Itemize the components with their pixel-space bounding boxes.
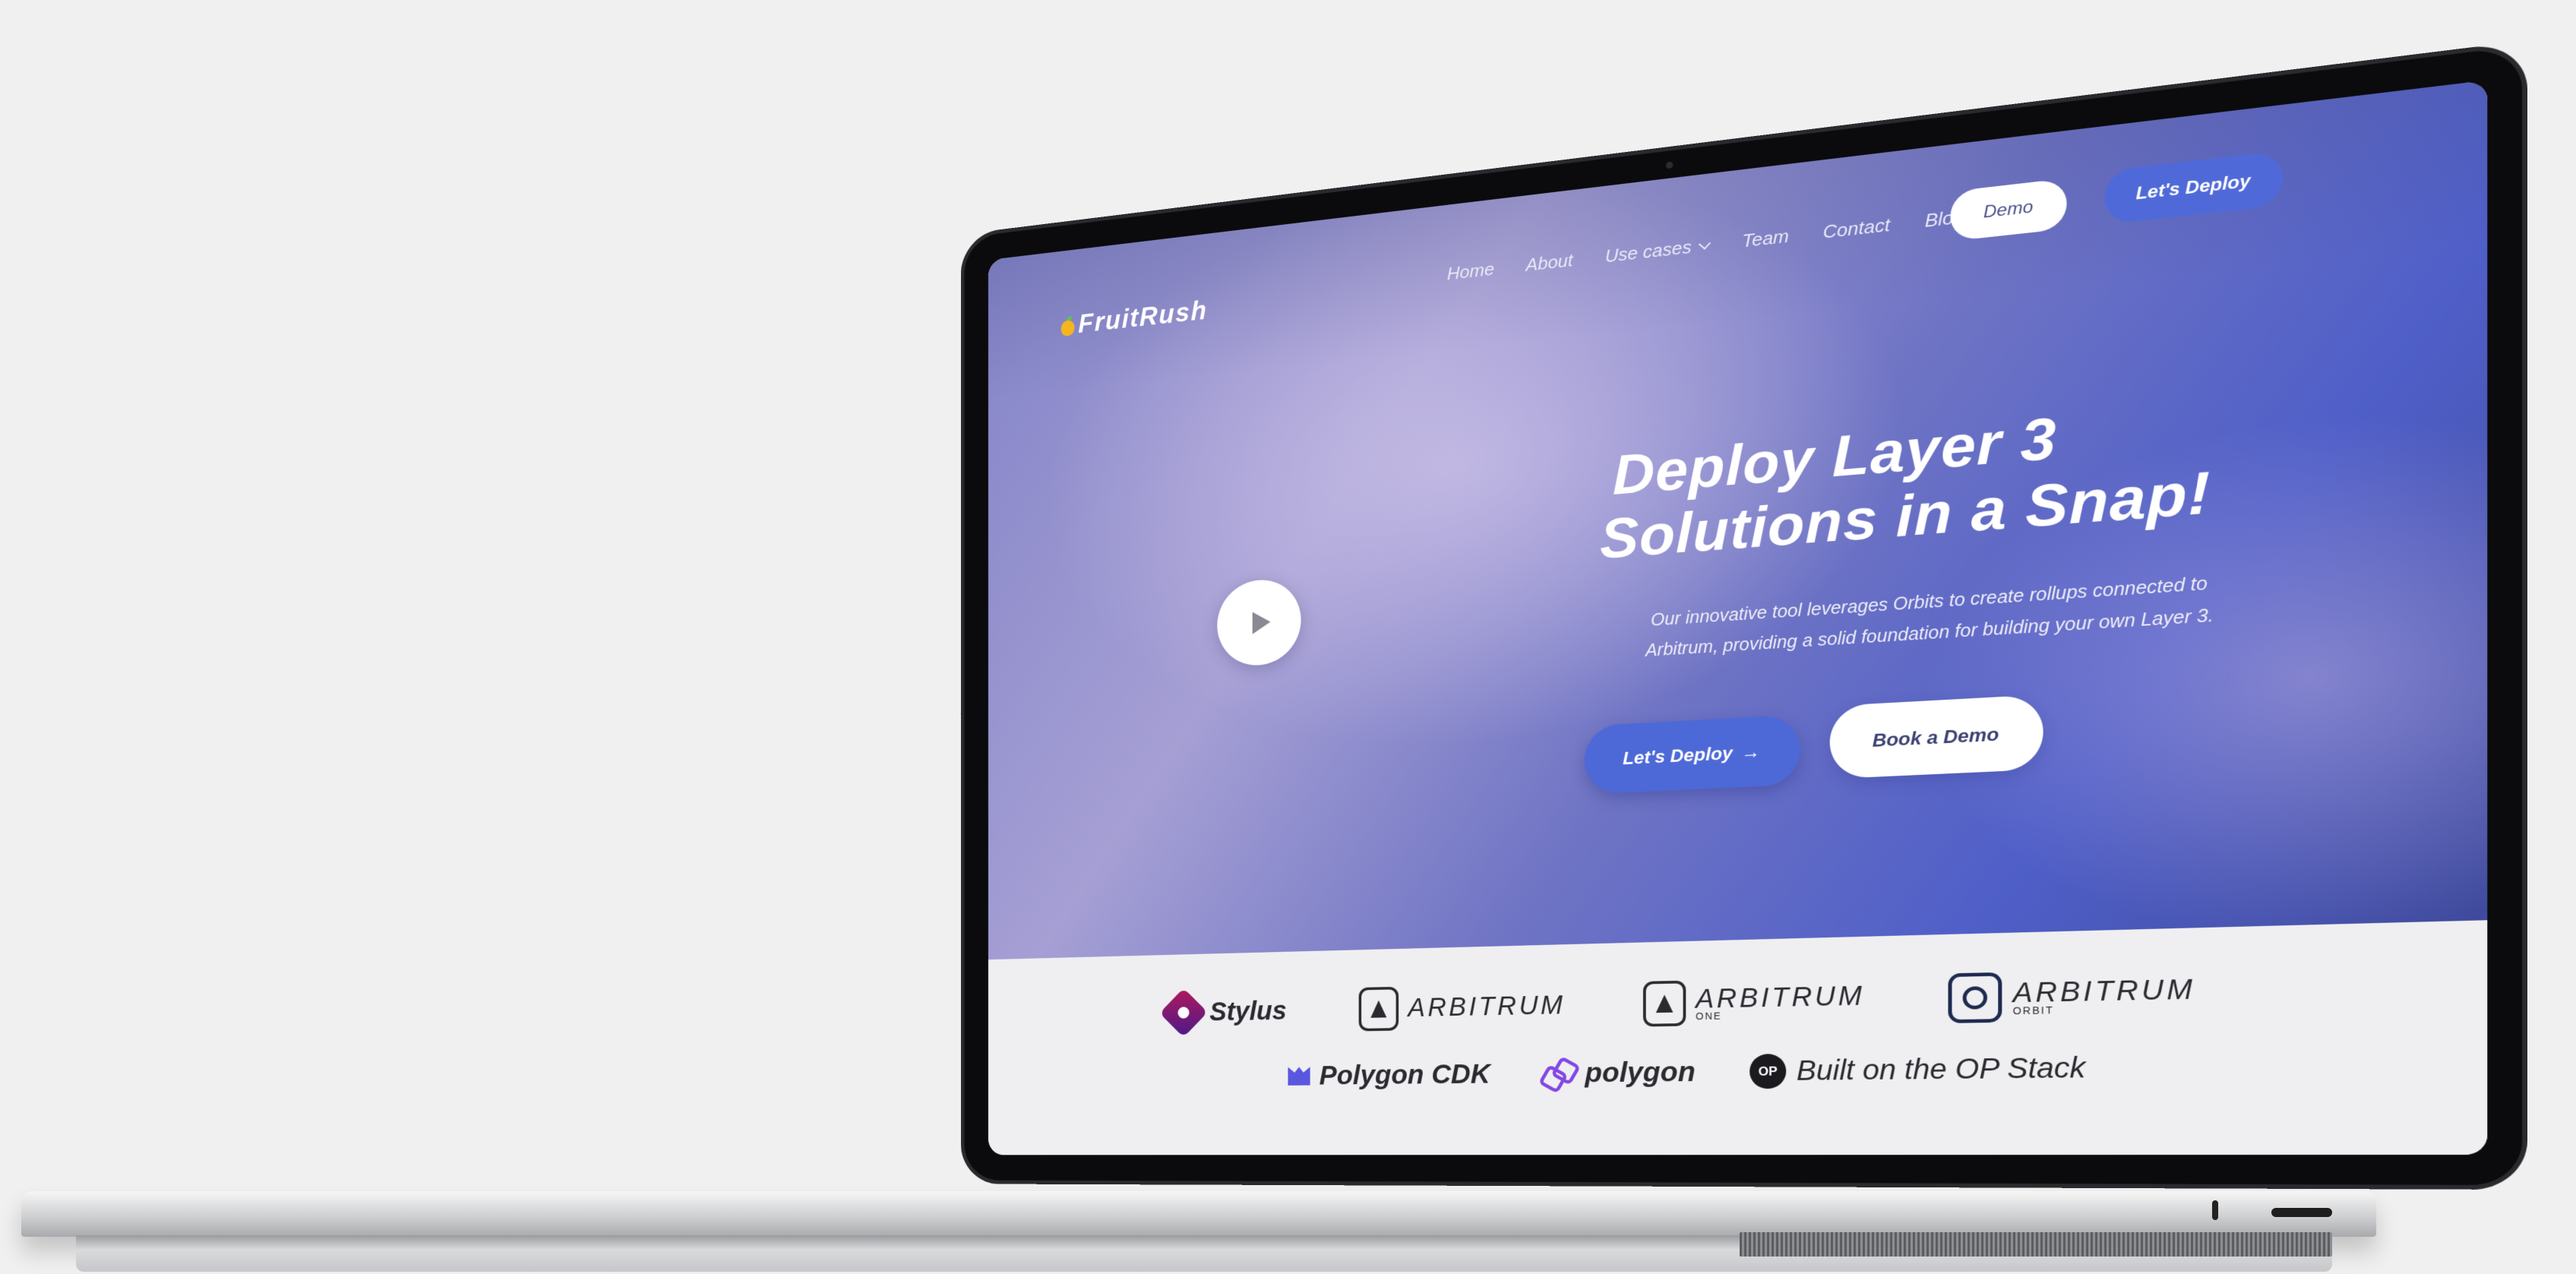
partner-arbitrum-one: ARBITRUM ONE bbox=[1642, 977, 1864, 1027]
partner-polygon-cdk: Polygon CDK bbox=[1288, 1059, 1490, 1091]
nav-link-contact[interactable]: Contact bbox=[1823, 214, 1890, 244]
stylus-label: Stylus bbox=[1209, 996, 1287, 1027]
partner-row-1: Stylus ARBITRUM ARBITRUM ONE ARBITRUM OR… bbox=[1167, 968, 2196, 1035]
arbitrum-icon bbox=[1359, 987, 1399, 1032]
partner-op-stack: OP Built on the OP Stack bbox=[1749, 1050, 2085, 1089]
chevron-down-icon bbox=[1699, 238, 1711, 249]
laptop-screen: FruitRush Home About Use cases Team Cont… bbox=[988, 80, 2487, 1155]
arbitrum-orbit-icon bbox=[1948, 972, 2002, 1023]
arbitrum-one-label: ARBITRUM bbox=[1696, 982, 1865, 1014]
arrow-right-icon: → bbox=[1741, 741, 1760, 763]
arbitrum-label: ARBITRUM bbox=[1408, 991, 1565, 1023]
partner-logos: Stylus ARBITRUM ARBITRUM ONE ARBITRUM OR… bbox=[988, 920, 2487, 1155]
nav-link-about[interactable]: About bbox=[1526, 250, 1573, 277]
polygon-label: polygon bbox=[1585, 1057, 1695, 1089]
partner-polygon: polygon bbox=[1542, 1057, 1696, 1089]
partner-row-2: Polygon CDK polygon OP Built on the OP S… bbox=[1288, 1050, 2085, 1092]
polygon-cdk-icon bbox=[1288, 1067, 1310, 1085]
nav-link-home[interactable]: Home bbox=[1447, 258, 1494, 284]
site-logo[interactable]: FruitRush bbox=[1061, 296, 1208, 341]
arbitrum-one-icon bbox=[1642, 981, 1685, 1027]
nav-link-use-cases[interactable]: Use cases bbox=[1605, 234, 1708, 267]
nav-deploy-button[interactable]: Let's Deploy bbox=[2104, 150, 2282, 224]
demo-button[interactable]: Demo bbox=[1950, 179, 2066, 242]
logo-text: FruitRush bbox=[1078, 296, 1207, 340]
laptop-stage: FruitRush Home About Use cases Team Cont… bbox=[0, 0, 2576, 1274]
polygon-cdk-label: Polygon CDK bbox=[1320, 1059, 1490, 1091]
partner-stylus: Stylus bbox=[1167, 993, 1287, 1030]
laptop-lid: FruitRush Home About Use cases Team Cont… bbox=[964, 46, 2522, 1185]
camera-icon bbox=[1666, 161, 1673, 169]
play-icon bbox=[1253, 611, 1271, 634]
nav-link-use-cases-label: Use cases bbox=[1605, 236, 1692, 267]
stylus-icon bbox=[1159, 988, 1208, 1038]
partner-arbitrum-orbit: ARBITRUM ORBIT bbox=[1948, 968, 2195, 1023]
partner-arbitrum: ARBITRUM bbox=[1359, 983, 1566, 1031]
op-icon: OP bbox=[1749, 1054, 1786, 1089]
hero-deploy-label: Let's Deploy bbox=[1623, 742, 1733, 769]
arbitrum-orbit-label: ARBITRUM bbox=[2013, 975, 2196, 1009]
hero-deploy-button[interactable]: Let's Deploy → bbox=[1585, 715, 1800, 795]
fruit-logo-icon bbox=[1061, 315, 1075, 336]
op-stack-label: Built on the OP Stack bbox=[1797, 1052, 2085, 1087]
book-demo-button[interactable]: Book a Demo bbox=[1830, 694, 2043, 779]
polygon-icon bbox=[1542, 1060, 1576, 1087]
nav-link-team[interactable]: Team bbox=[1742, 226, 1789, 252]
